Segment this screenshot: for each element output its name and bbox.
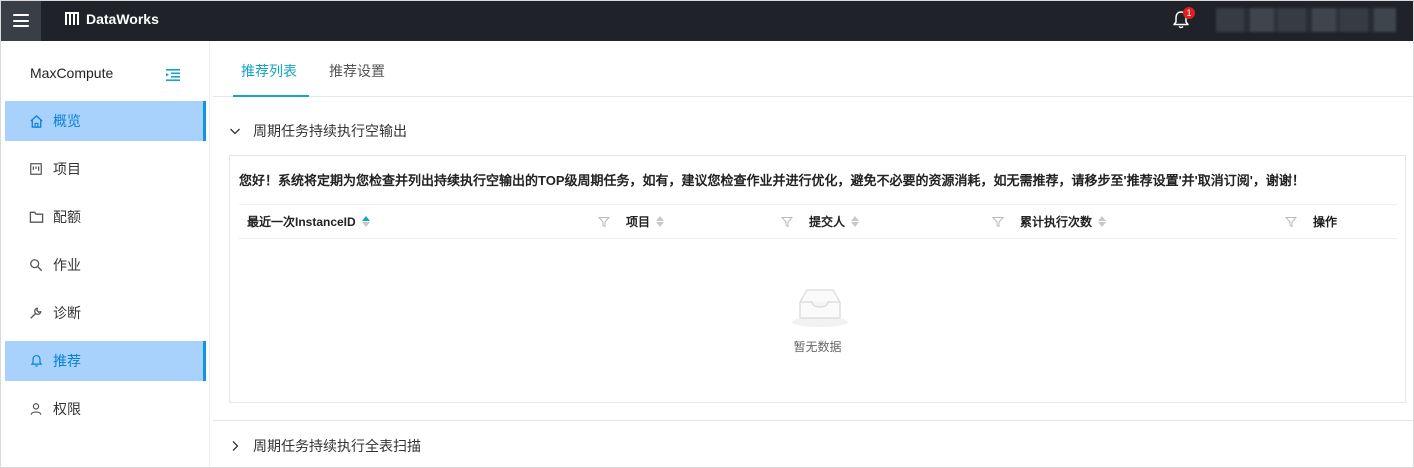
sidebar-item-label: 概览 [53,113,81,129]
filter-icon[interactable] [1285,216,1297,228]
section-title: 周期任务持续执行全表扫描 [253,438,421,454]
search-icon [28,257,44,273]
collapse-sidebar-icon[interactable] [165,68,181,82]
empty-state-text: 暂无数据 [793,340,842,354]
sidebar-title: MaxCompute [30,65,114,81]
recommend-panel: 您好！系统将定期为您检查并列出持续执行空输出的TOP级周期任务，如有，建议您检查… [229,155,1406,403]
sort-icon[interactable] [851,216,860,227]
sidebar-item-quota[interactable]: 配额 [5,197,206,237]
column-header-exec-count[interactable]: 累计执行次数 [1020,205,1107,238]
hamburger-icon [12,14,29,27]
sidebar: MaxCompute 概览 项目 配额 作业 诊断 推荐 权限 [0,41,210,468]
column-header-actions: 操作 [1313,205,1337,238]
notification-badge: 1 [1183,7,1195,19]
column-header-instance-id[interactable]: 最近一次InstanceID [247,205,370,238]
sidebar-item-label: 诊断 [53,305,81,321]
sidebar-item-label: 项目 [53,161,81,177]
section-title: 周期任务持续执行空输出 [253,123,407,139]
dataworks-logo-icon [65,12,79,25]
sidebar-item-jobs[interactable]: 作业 [5,245,206,285]
sidebar-item-label: 作业 [53,257,81,273]
column-label: 提交人 [809,215,846,229]
section-header-empty-output[interactable]: 周期任务持续执行空输出 [229,121,407,141]
brand-name: DataWorks [86,11,159,27]
column-header-project[interactable]: 项目 [626,205,665,238]
user-icon [28,401,44,417]
sidebar-item-recommend[interactable]: 推荐 [5,341,206,381]
wrench-icon [28,305,44,321]
column-label: 项目 [626,215,651,229]
brand[interactable]: DataWorks [64,11,159,27]
bell-icon [28,353,44,369]
home-icon [28,113,44,129]
sidebar-item-label: 推荐 [53,353,81,369]
tab-recommend-list[interactable]: 推荐列表 [233,41,309,97]
tab-recommend-settings[interactable]: 推荐设置 [329,41,399,97]
sidebar-item-permission[interactable]: 权限 [5,389,206,429]
filter-icon[interactable] [992,216,1004,228]
column-label: 累计执行次数 [1020,215,1093,229]
sort-icon[interactable] [361,216,370,227]
sidebar-item-project[interactable]: 项目 [5,149,206,189]
sidebar-item-label: 配额 [53,209,81,225]
column-label: 操作 [1313,215,1338,229]
chevron-right-icon [232,441,239,451]
filter-icon[interactable] [598,216,610,228]
table-header: 最近一次InstanceID 项目 提交人 累计执行次数 操作 [239,204,1397,239]
section-divider [213,420,1414,421]
empty-box-icon [792,289,848,327]
sidebar-item-label: 权限 [53,401,81,417]
filter-icon[interactable] [781,216,793,228]
section-header-full-scan[interactable]: 周期任务持续执行全表扫描 [229,436,421,456]
notice-text: 您好！系统将定期为您检查并列出持续执行空输出的TOP级周期任务，如有，建议您检查… [239,173,1305,188]
account-info[interactable] [1216,8,1396,32]
sidebar-item-diagnosis[interactable]: 诊断 [5,293,206,333]
menu-button[interactable] [0,0,41,41]
chevron-down-icon [230,128,240,135]
column-label: 最近一次InstanceID [247,215,356,229]
column-header-submitter[interactable]: 提交人 [809,205,860,238]
folder-icon [28,209,44,225]
sidebar-item-overview[interactable]: 概览 [5,101,206,141]
top-bar: DataWorks 1 [0,0,1414,41]
sort-icon[interactable] [1098,216,1107,227]
sort-icon[interactable] [656,216,665,227]
tab-bar: 推荐列表 推荐设置 [213,41,1414,97]
project-icon [28,161,44,177]
